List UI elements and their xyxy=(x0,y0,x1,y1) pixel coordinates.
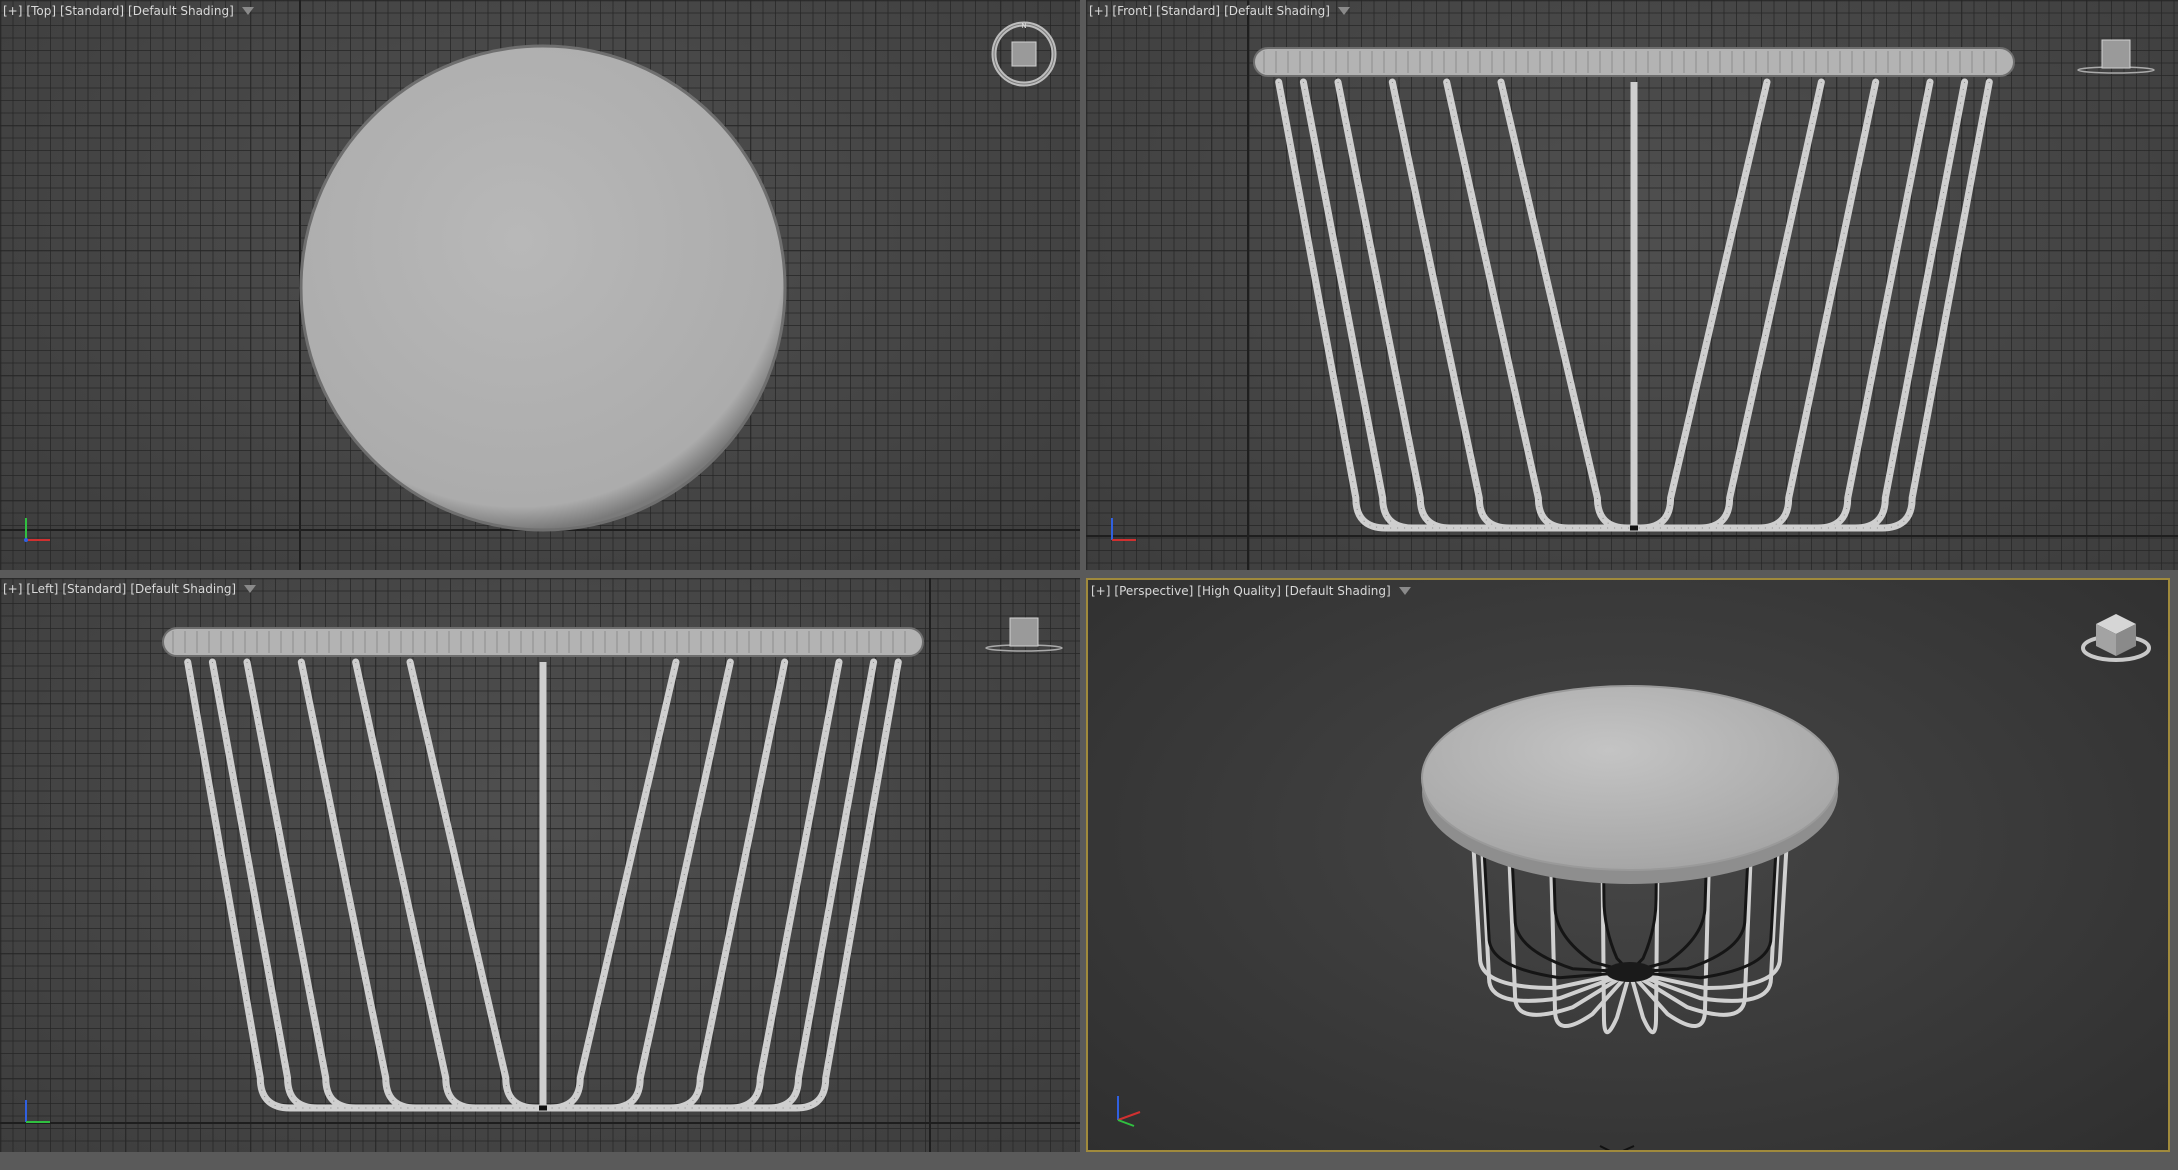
wire-leg xyxy=(539,658,680,1112)
wire-leg-segments xyxy=(1500,81,1634,529)
wire-base xyxy=(184,658,902,1112)
viewport-menu-plus[interactable]: [+] xyxy=(1091,584,1110,598)
viewport-view-name[interactable]: [Top] xyxy=(26,4,56,18)
wire-leg xyxy=(1630,78,1993,532)
table-top xyxy=(1253,47,2015,77)
perspective-view-scene xyxy=(1421,685,1839,1150)
viewport-view-name[interactable]: [Front] xyxy=(1112,4,1152,18)
wire-leg-segments xyxy=(1634,81,1768,529)
viewport-perspective-label[interactable]: [+] [Perspective] [High Quality] [Defaul… xyxy=(1091,584,1411,598)
viewport-top-label[interactable]: [+] [Top] [Standard] [Default Shading] xyxy=(3,4,254,18)
viewport-mode[interactable]: [Standard] xyxy=(62,582,126,596)
wire-leg xyxy=(539,658,734,1112)
viewport-mode[interactable]: [High Quality] xyxy=(1197,584,1281,598)
wire-leg xyxy=(184,658,547,1112)
viewport-left[interactable]: [+] [Left] [Standard] [Default Shading] xyxy=(0,578,1080,1152)
viewport-mode[interactable]: [Standard] xyxy=(60,4,124,18)
wire-leg xyxy=(539,658,902,1112)
top-view-scene xyxy=(0,0,1080,570)
viewcube-icon[interactable] xyxy=(2076,36,2156,80)
viewport-perspective[interactable]: [+] [Perspective] [High Quality] [Defaul… xyxy=(1086,578,2170,1152)
table-top-disc xyxy=(299,44,787,532)
viewport-menu-plus[interactable]: [+] xyxy=(1089,4,1108,18)
viewport-shading[interactable]: [Default Shading] xyxy=(1224,4,1330,18)
viewport-front[interactable]: [+] [Front] [Standard] [Default Shading] xyxy=(1086,0,2178,570)
wire-leg xyxy=(1630,78,1771,532)
viewport-shading[interactable]: [Default Shading] xyxy=(1285,584,1391,598)
wire-leg-segments xyxy=(409,661,543,1109)
wire-leg-segments xyxy=(543,661,731,1109)
wire-leg-segments xyxy=(355,661,543,1109)
wire-leg xyxy=(1628,867,1711,1028)
viewport-shading[interactable]: [Default Shading] xyxy=(130,582,236,596)
wire-leg xyxy=(352,658,547,1112)
axis-tripod-icon xyxy=(1111,518,1136,541)
viewport-mode[interactable]: [Standard] xyxy=(1156,4,1220,18)
wire-base xyxy=(1275,78,1993,532)
left-view-scene xyxy=(0,578,1080,1152)
viewport-left-label[interactable]: [+] [Left] [Standard] [Default Shading] xyxy=(3,582,257,596)
viewcube-icon[interactable] xyxy=(984,614,1064,658)
viewport-view-name[interactable]: [Left] xyxy=(26,582,58,596)
viewport-front-label[interactable]: [+] [Front] [Standard] [Default Shading] xyxy=(1089,4,1350,18)
wire-leg-segments xyxy=(187,661,543,1109)
wire-leg xyxy=(1600,872,1632,1035)
filter-icon[interactable] xyxy=(241,7,254,15)
viewport-menu-plus[interactable]: [+] xyxy=(3,4,22,18)
front-view-scene xyxy=(1086,0,2178,570)
wire-leg xyxy=(1549,867,1632,1028)
viewport-shading[interactable]: [Default Shading] xyxy=(128,4,234,18)
wire-leg xyxy=(1497,78,1638,532)
wire-leg-segments xyxy=(543,661,677,1109)
filter-icon[interactable] xyxy=(244,585,257,593)
wire-leg-segments xyxy=(1278,81,1634,529)
transform-gizmo-icon xyxy=(1599,1145,1635,1150)
wire-leg xyxy=(406,658,547,1112)
viewport-view-name[interactable]: [Perspective] xyxy=(1114,584,1193,598)
viewport-menu-plus[interactable]: [+] xyxy=(3,582,22,596)
viewport-top[interactable]: [+] [Top] [Standard] [Default Shading] N xyxy=(0,0,1080,570)
table-top xyxy=(162,627,924,657)
table-top xyxy=(1421,685,1839,884)
axis-tripod-icon xyxy=(25,1100,50,1123)
viewcube-icon[interactable] xyxy=(2078,608,2154,672)
wire-leg xyxy=(1275,78,1638,532)
filter-icon[interactable] xyxy=(1337,7,1350,15)
wire-leg-segments xyxy=(1634,81,1990,529)
axis-tripod-icon xyxy=(1117,1096,1141,1127)
wire-hub xyxy=(1606,962,1654,982)
axis-tripod-icon xyxy=(24,518,50,542)
wire-leg xyxy=(1628,872,1660,1035)
filter-icon[interactable] xyxy=(1398,587,1411,595)
svg-text:N: N xyxy=(1021,22,1026,30)
viewcube-icon[interactable]: N xyxy=(988,18,1060,94)
table-top-surface xyxy=(1421,685,1839,871)
wire-leg-segments xyxy=(543,661,899,1109)
